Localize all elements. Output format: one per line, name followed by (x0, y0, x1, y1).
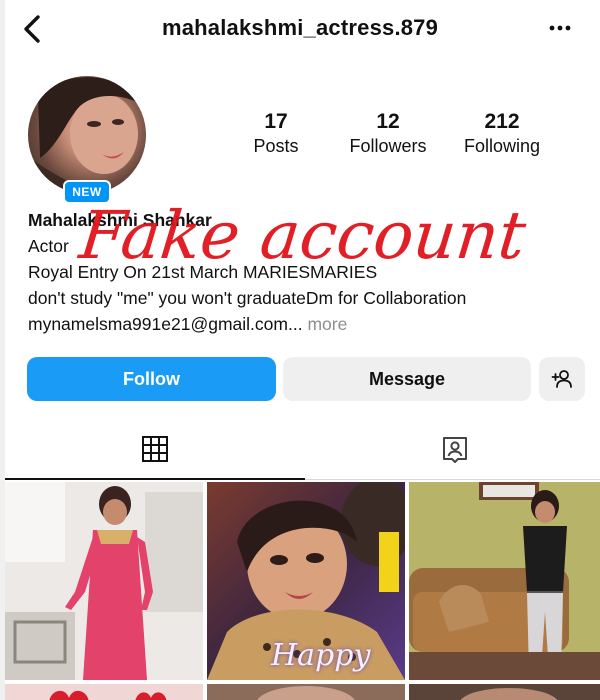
stat-posts[interactable]: 17 Posts (236, 110, 316, 158)
followers-count: 12 (376, 110, 400, 133)
new-badge: NEW (63, 180, 111, 204)
following-count: 212 (484, 110, 520, 133)
stat-following[interactable]: 212 Following (452, 110, 552, 158)
profile-avatar[interactable]: NEW (28, 76, 146, 204)
bio-line-2: don't study "me" you won't graduateDm fo… (28, 288, 467, 308)
followers-label: Followers (349, 136, 427, 156)
more-options-button[interactable] (546, 16, 574, 40)
bio-line-3: mynamelsma991e21@gmail.com... more (28, 311, 588, 337)
bio-more-link[interactable]: more (307, 314, 347, 334)
post-thumbnail[interactable] (409, 482, 600, 680)
grid-icon (142, 436, 168, 462)
posts-label: Posts (253, 136, 299, 156)
post-thumbnail[interactable] (207, 684, 405, 700)
bio-line-1: Royal Entry On 21st March MARIESMARIES (28, 262, 378, 282)
add-person-icon (551, 370, 572, 388)
stat-followers[interactable]: 12 Followers (338, 110, 438, 158)
post-thumbnail[interactable] (5, 684, 203, 700)
suggested-users-button[interactable] (539, 357, 585, 401)
tab-posts-grid[interactable] (5, 420, 305, 480)
tagged-person-icon (443, 437, 467, 463)
post-thumbnail[interactable] (5, 482, 203, 680)
posts-grid: Happy (5, 482, 600, 700)
follow-button[interactable]: Follow (27, 357, 276, 401)
message-button[interactable]: Message (283, 357, 531, 401)
more-horizontal-icon (549, 25, 571, 31)
profile-tabs (0, 420, 600, 480)
posts-count: 17 (264, 110, 288, 133)
profile-username: mahalakshmi_actress.879 (161, 15, 439, 40)
post-thumbnail[interactable] (409, 684, 600, 700)
avatar-image (28, 76, 146, 194)
top-bar: mahalakshmi_actress.879 (0, 0, 600, 58)
post-caption-overlay: Happy (271, 638, 371, 673)
profile-category: Actor (28, 236, 69, 256)
bio-email[interactable]: mynamelsma991e21@gmail.com (28, 314, 288, 334)
display-name: Mahalakshmi Shankar (28, 210, 212, 230)
profile-bio: Mahalakshmi Shankar Actor Royal Entry On… (28, 207, 588, 337)
following-label: Following (463, 136, 541, 156)
post-thumbnail[interactable]: Happy (207, 482, 405, 680)
bio-ellipsis: ... (287, 314, 303, 334)
tab-tagged[interactable] (305, 420, 600, 480)
